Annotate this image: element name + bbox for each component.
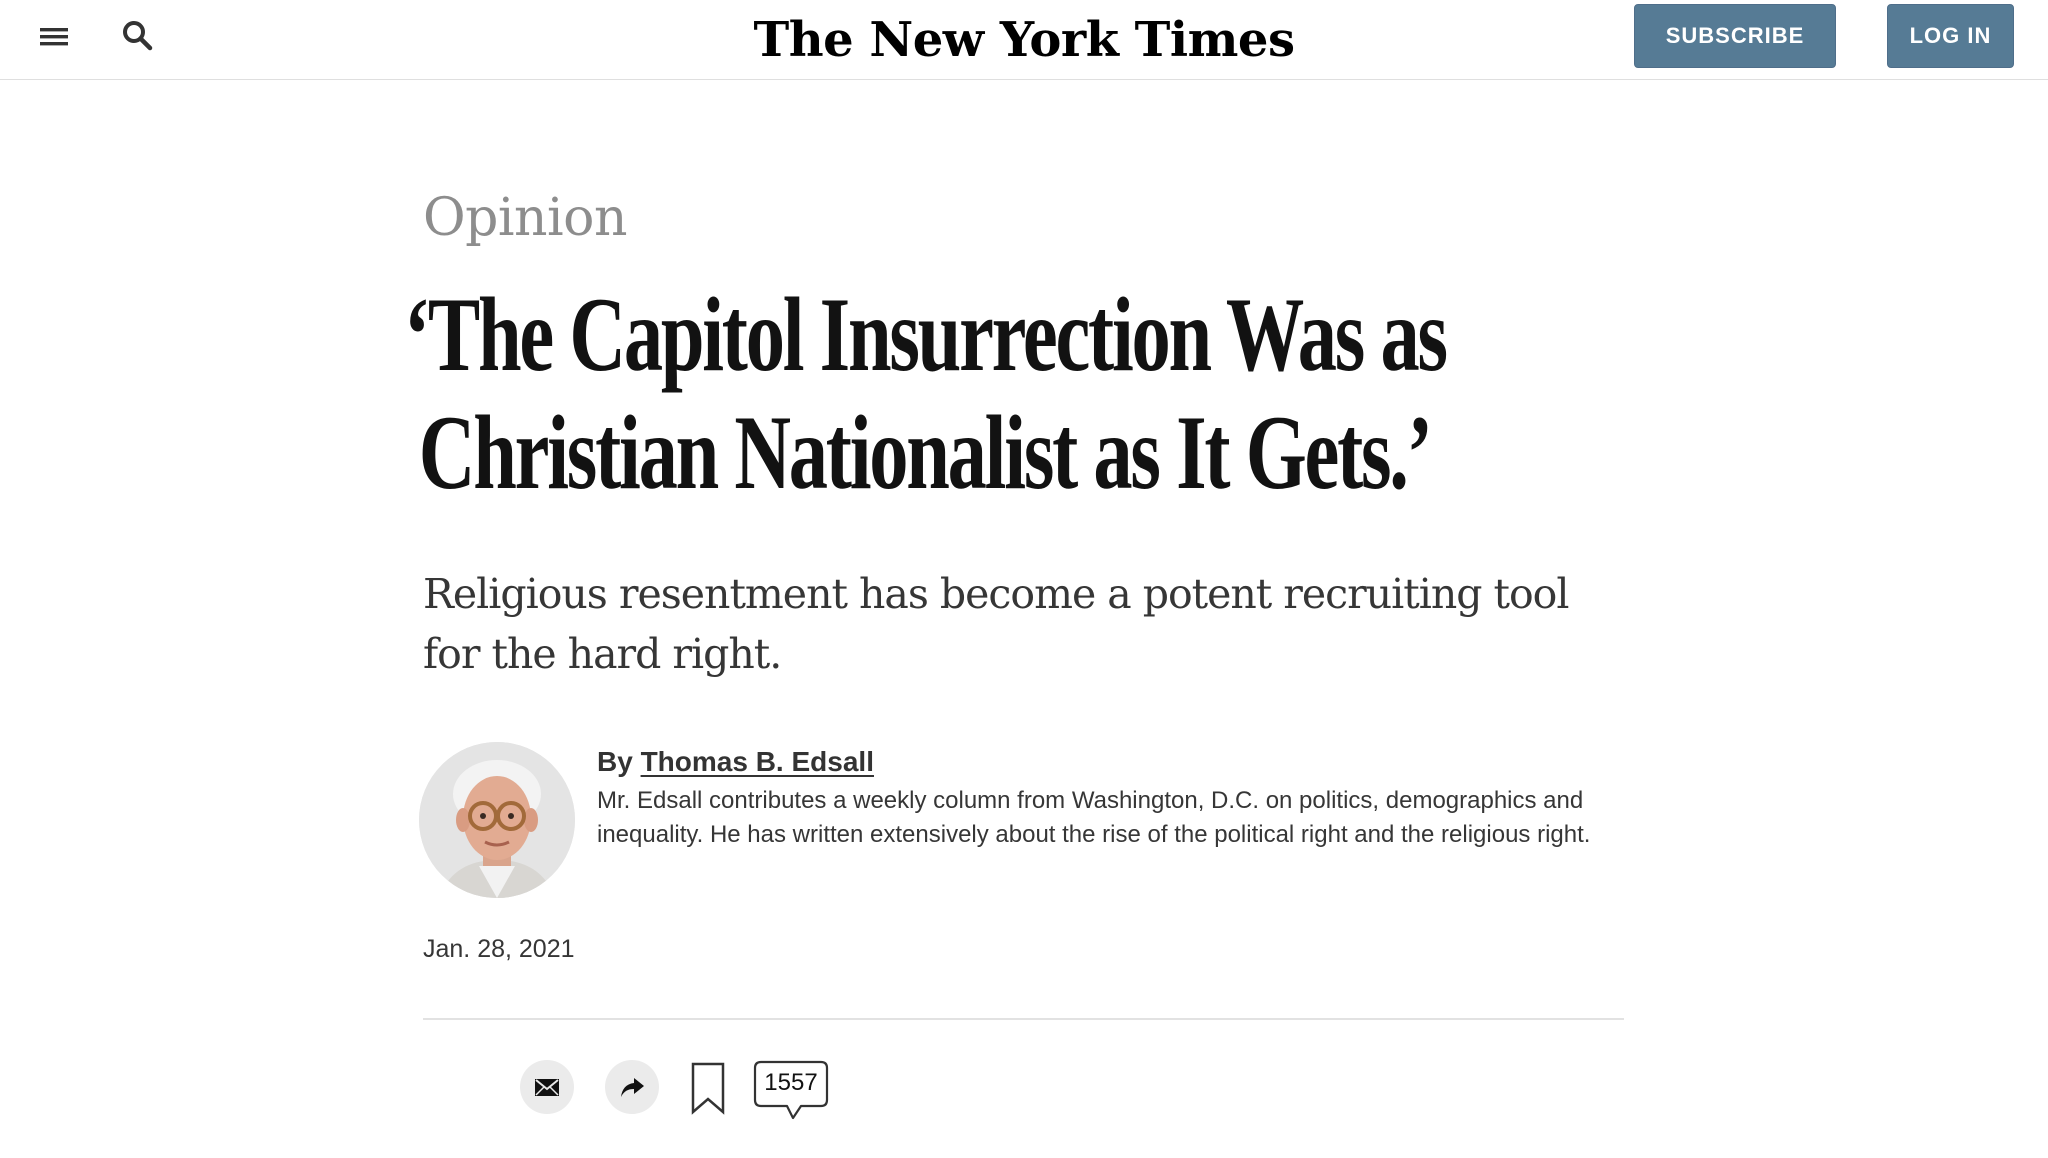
headline-line-2: Christian Nationalist as It Gets.’ (418, 394, 1433, 511)
email-share-button[interactable] (520, 1060, 574, 1114)
section-kicker[interactable]: Opinion (423, 186, 627, 250)
save-bookmark-button[interactable] (690, 1061, 726, 1115)
headline-line-1: ‘The Capitol Insurrection Was as (404, 276, 1448, 393)
article-summary: Religious resentment has become a potent… (423, 570, 1569, 678)
byline-prefix: By (597, 746, 633, 777)
author-avatar (419, 742, 575, 898)
byline: By Thomas B. Edsall (597, 744, 874, 780)
subscribe-now-button[interactable]: SUBSCRIBE NOW (1634, 4, 1836, 110)
article-headline: ‘The Capitol Insurrection Was as Christi… (404, 276, 1448, 512)
comment-count: 1557 (764, 1069, 818, 1096)
comments-button[interactable]: 1557 (753, 1060, 829, 1122)
menu-icon (40, 28, 68, 46)
author-portrait (419, 742, 575, 898)
email-icon (535, 1079, 559, 1096)
search-button[interactable] (120, 18, 156, 54)
author-bio: Mr. Edsall contributes a weekly column f… (597, 787, 1591, 848)
publish-date: Jan. 28, 2021 (423, 935, 575, 963)
divider (423, 1018, 1624, 1020)
search-icon (123, 21, 153, 51)
share-button[interactable] (605, 1060, 659, 1114)
masthead: The New York Times SUBSCRIBE NOW LOG IN (0, 0, 2048, 110)
share-icon (621, 1078, 644, 1097)
nyt-logo[interactable]: The New York Times (754, 12, 1295, 68)
author-link[interactable]: Thomas B. Edsall (641, 746, 874, 777)
log-in-button[interactable]: LOG IN (1887, 4, 2014, 68)
bookmark-icon (691, 1062, 725, 1115)
menu-button[interactable] (38, 20, 70, 52)
